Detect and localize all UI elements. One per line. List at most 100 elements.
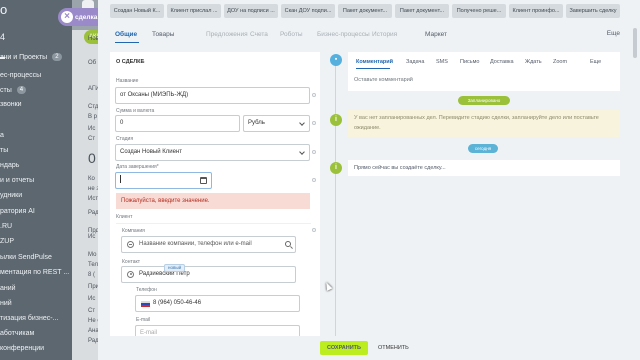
currency-select[interactable]: Рубль bbox=[243, 115, 310, 132]
sidebar-nav-item[interactable]: ты bbox=[0, 143, 8, 157]
comment-tab[interactable]: Письмо bbox=[460, 59, 479, 65]
sidebar-nav-item[interactable]: а bbox=[0, 128, 4, 142]
stage-button[interactable]: Завершить сделку bbox=[566, 4, 620, 18]
sidebar-nav-label: .RU bbox=[0, 222, 13, 230]
stage-button[interactable]: Получено реше... bbox=[452, 4, 506, 18]
close-icon[interactable]: × bbox=[61, 11, 73, 23]
board-card-text: В р bbox=[88, 114, 98, 120]
tabs-more-button[interactable]: Еще bbox=[607, 30, 620, 37]
close-date-input[interactable] bbox=[115, 172, 212, 189]
sidebar-nav-label: ачи и Проекты bbox=[0, 53, 48, 61]
board-card-text: Ко bbox=[88, 176, 95, 182]
sidebar-nav-item[interactable]: ачи и Проекты 2 bbox=[0, 50, 62, 64]
field-settings-dot[interactable] bbox=[312, 150, 316, 154]
tab-underline bbox=[115, 42, 139, 43]
phone-value: 8 (964) 050-46-46 bbox=[153, 300, 202, 306]
tab-item[interactable]: Бизнес-процессы bbox=[317, 30, 370, 40]
tab-item[interactable]: Счета bbox=[250, 30, 268, 40]
sidebar-nav-item[interactable]: аний bbox=[0, 281, 16, 295]
sidebar-nav-count: 4 bbox=[16, 86, 27, 94]
stage-button[interactable]: Клиент проинфо... bbox=[509, 4, 563, 18]
tab-item[interactable]: История bbox=[372, 30, 397, 40]
tab-item[interactable]: Предложения bbox=[206, 30, 248, 40]
cancel-button[interactable]: ОТМЕНИТЬ bbox=[373, 341, 414, 355]
client-label: Клиент bbox=[116, 214, 133, 220]
russia-flag-icon[interactable] bbox=[141, 301, 150, 307]
stage-button[interactable]: Пакет документ... bbox=[395, 4, 449, 18]
sum-input[interactable]: 0 bbox=[115, 115, 240, 132]
contact-label: Контакт bbox=[122, 259, 141, 265]
sidebar-logo: o bbox=[0, 2, 8, 17]
board-card-text: 8 ( bbox=[88, 272, 96, 278]
today-pill: сегодня bbox=[468, 144, 498, 153]
timeline-line bbox=[335, 58, 336, 338]
search-icon[interactable] bbox=[285, 241, 291, 247]
sidebar-nav-item[interactable]: тизация бизнес-... bbox=[0, 311, 58, 325]
tab-item[interactable]: Роботы bbox=[280, 30, 303, 40]
tab-item[interactable]: Маркет bbox=[425, 30, 447, 40]
comment-tab[interactable]: Zoom bbox=[553, 59, 567, 65]
slider-close-tab[interactable]: × сделка bbox=[58, 8, 102, 26]
phone-input[interactable]: 8 (964) 050-46-46 bbox=[135, 295, 300, 312]
sidebar-nav-label: тизация бизнес-... bbox=[0, 314, 59, 322]
sidebar-nav-item[interactable]: ес-процессы bbox=[0, 68, 41, 82]
comment-tab-underline bbox=[356, 68, 390, 69]
comment-tab[interactable]: Задача bbox=[406, 59, 424, 65]
error-message: Пожалуйста, введите значение. bbox=[116, 193, 310, 209]
sidebar-nav-item[interactable]: аботчикам bbox=[0, 326, 34, 340]
field-settings-dot[interactable] bbox=[312, 228, 316, 232]
sidebar-nav-item[interactable]: и и отчеты bbox=[0, 173, 34, 187]
title-input[interactable]: от Оксаны (МИЭПЬ-ЖД) bbox=[115, 87, 310, 104]
field-settings-dot[interactable] bbox=[312, 121, 316, 125]
sidebar-nav-item[interactable]: ZUP bbox=[0, 234, 14, 248]
person-icon bbox=[127, 271, 134, 278]
save-button[interactable]: СОХРАНИТЬ bbox=[320, 341, 368, 355]
contact-input[interactable]: Радзиевский Петр bbox=[121, 266, 296, 283]
scrollbar[interactable] bbox=[633, 28, 637, 58]
sidebar-nav-item[interactable]: сты 4 bbox=[0, 83, 27, 97]
stage-button[interactable]: Клиент прислал ... bbox=[167, 4, 221, 18]
comment-icon: ▪ bbox=[330, 54, 342, 66]
comment-tab[interactable]: Доставка bbox=[490, 59, 514, 65]
comment-tab[interactable]: Ждать bbox=[525, 59, 542, 65]
field-settings-dot[interactable] bbox=[312, 93, 316, 97]
calendar-icon[interactable] bbox=[200, 177, 207, 184]
bottom-bar: СОХРАНИТЬ ОТМЕНИТЬ bbox=[98, 336, 640, 360]
close-date-label: Дата завершения* bbox=[116, 164, 159, 170]
sidebar-nav-item[interactable]: ылки SendPulse bbox=[0, 250, 52, 264]
stage-button[interactable]: Пакет документ... bbox=[338, 4, 392, 18]
sidebar-nav-item[interactable]: конференции bbox=[0, 341, 44, 355]
stage-select[interactable]: Создан Новый Клиент bbox=[115, 144, 310, 161]
sidebar-nav-item[interactable]: ний bbox=[0, 296, 12, 310]
board-card-text: Ст bbox=[88, 136, 96, 142]
sidebar-nav-item[interactable]: ндарь bbox=[0, 158, 19, 172]
tab-item[interactable]: Общие bbox=[115, 30, 137, 40]
stage-button[interactable]: Создан Новый К... bbox=[110, 4, 164, 18]
board-card-text: Ис bbox=[88, 126, 96, 132]
pencil-icon[interactable]: ✎ bbox=[141, 59, 145, 65]
stage-button[interactable]: ДОУ на подписи ... bbox=[224, 4, 278, 18]
company-search-input[interactable]: Название компании, телефон или e-mail bbox=[121, 236, 296, 253]
sidebar-nav-label: ндарь bbox=[0, 161, 20, 169]
sidebar-nav-item[interactable]: ментация по REST ... bbox=[0, 265, 69, 279]
comment-tab[interactable]: Комментарий bbox=[356, 59, 393, 65]
comment-input[interactable]: Оставьте комментарий bbox=[348, 73, 620, 87]
background-sidebar: o 4 ачи и Проекты 2 ес-процессы сты 4 звонки а… bbox=[0, 0, 72, 360]
tab-item[interactable]: Товары bbox=[152, 30, 174, 40]
board-card-text: Ист bbox=[88, 196, 99, 202]
sidebar-nav-label: ты bbox=[0, 146, 9, 154]
sidebar-nav-item[interactable]: .RU bbox=[0, 219, 12, 233]
form-section-title: О СДЕЛКЕ bbox=[116, 59, 145, 65]
sidebar-nav-item[interactable]: удники bbox=[0, 188, 22, 202]
stage-button[interactable]: Скан ДОУ подпи... bbox=[281, 4, 335, 18]
sidebar-nav-label: а bbox=[0, 131, 4, 139]
company-icon bbox=[127, 241, 134, 248]
comment-more-button[interactable]: Еще bbox=[590, 59, 601, 65]
sidebar-nav-item[interactable]: ратория AI bbox=[0, 204, 35, 218]
deal-form-card: О СДЕЛКЕ ✎ Название от Оксаны (МИЭПЬ-ЖД)… bbox=[110, 52, 320, 337]
comment-tab[interactable]: SMS bbox=[436, 59, 448, 65]
company-placeholder: Название компании, телефон или e-mail bbox=[139, 241, 252, 247]
sidebar-nav-item[interactable]: звонки bbox=[0, 97, 22, 111]
sidebar-nav-label: ZUP bbox=[0, 237, 14, 245]
field-settings-dot[interactable] bbox=[312, 178, 316, 182]
